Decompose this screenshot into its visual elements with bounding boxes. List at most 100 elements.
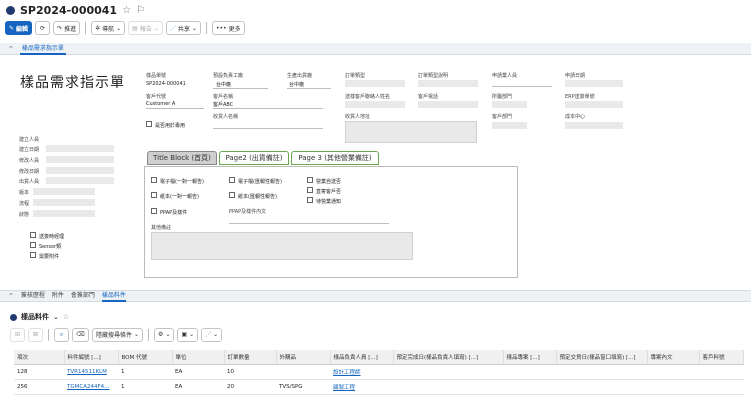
- special-label: 是否用於專用: [155, 123, 186, 129]
- erp-field[interactable]: [565, 101, 623, 108]
- tab-page2[interactable]: Page2 (出貨備註): [219, 151, 289, 165]
- form-title: 樣品需求指示單: [20, 75, 125, 91]
- cell-outsourced: [276, 364, 330, 380]
- flag-icon[interactable]: ⚐: [136, 5, 145, 16]
- cell-customer-part: [699, 379, 744, 395]
- tab-sample-request[interactable]: 樣品需求指示單: [19, 43, 66, 55]
- tab-sample-parts[interactable]: 樣品料件: [101, 290, 126, 302]
- recipient-field[interactable]: [213, 128, 323, 129]
- list-share-button[interactable]: ⋰ ⌄: [201, 327, 223, 342]
- search-button[interactable]: ⌕: [54, 327, 69, 342]
- cb-self-send[interactable]: [307, 177, 313, 183]
- share-icon: ⋰: [169, 24, 176, 32]
- tab-attachments[interactable]: 附件: [52, 290, 64, 302]
- cb-paper-summary-label: 紙本(匯報性報告): [238, 194, 277, 200]
- tab-approval-history[interactable]: 簽核歷程: [21, 290, 45, 302]
- col-customer-part[interactable]: 客戶料號: [699, 350, 744, 365]
- modified-date-label: 修改日期: [19, 169, 40, 175]
- cell-owner-link[interactable]: 設計工程師: [330, 364, 393, 380]
- customer-code-label: 客戶代號: [146, 94, 167, 100]
- clear-button[interactable]: ⌫: [72, 327, 89, 342]
- cell-due-owner: [393, 379, 503, 395]
- favorite-star-icon[interactable]: ☆: [122, 5, 131, 16]
- favorite-star-icon[interactable]: ☆: [63, 313, 69, 321]
- col-bom[interactable]: BOM 代號: [118, 350, 173, 365]
- recipient-label: 收貨人名稱: [213, 114, 239, 120]
- sensor-checkbox[interactable]: [30, 242, 36, 248]
- col-item[interactable]: 項次: [14, 350, 65, 365]
- view-button[interactable]: ▣ ⌄: [177, 327, 199, 342]
- other-remark-textarea[interactable]: [151, 232, 413, 260]
- table-row[interactable]: 128 TVR14511KLM 1 EA 10 設計工程師: [14, 364, 744, 380]
- col-owner[interactable]: 樣品負責人員 [...]: [330, 350, 394, 365]
- applicant-field[interactable]: [492, 86, 552, 87]
- cb-ppap[interactable]: [151, 208, 157, 214]
- gear-icon: ⚙: [158, 331, 164, 338]
- apply-date-label: 申請日期: [565, 73, 586, 79]
- share-button[interactable]: ⋰ 共享 ⌄: [165, 21, 201, 35]
- chevron-down-icon: ⌄: [213, 331, 219, 338]
- col-outsourced[interactable]: 外購品: [276, 350, 331, 365]
- push-button[interactable]: ↷ 推進: [53, 21, 81, 35]
- dept2-field[interactable]: [492, 122, 527, 129]
- tab-cosign-dept[interactable]: 會簽部門: [71, 290, 95, 302]
- contact-field[interactable]: [345, 101, 405, 108]
- flow-label: 流程: [19, 201, 30, 207]
- customer-name-label: 客戶名稱: [213, 94, 234, 100]
- tab-title-block[interactable]: Title Block (首頁): [147, 151, 217, 165]
- cb-electronic-single[interactable]: [151, 177, 157, 183]
- cell-unit: EA: [172, 364, 224, 380]
- new-row-button[interactable]: ⊞: [10, 327, 25, 342]
- col-qty[interactable]: 訂單數量: [224, 350, 277, 365]
- toolbar-divider: [48, 328, 49, 341]
- order-type-desc-field[interactable]: [418, 80, 478, 87]
- chevron-down-icon[interactable]: ⌄: [53, 313, 59, 321]
- address-textarea[interactable]: [345, 121, 477, 143]
- report-button[interactable]: ▤ 報告 ⌄: [128, 21, 163, 35]
- cell-part-no-link[interactable]: TGMCA244F4...: [64, 379, 118, 395]
- add-icon: ⊞: [14, 331, 21, 338]
- table-row[interactable]: 256 TGMCA244F4... 1 EA 20 TVS/SPG 顧製工程: [14, 379, 744, 395]
- tab-page3[interactable]: Page 3 (其他營業備註): [291, 151, 379, 165]
- navigate-button[interactable]: ✲ 導航 ⌄: [91, 21, 126, 35]
- cb-direct-mail[interactable]: [307, 187, 313, 193]
- cb-paper-summary[interactable]: [229, 192, 235, 198]
- cb-wait-notify-label: 待營業通知: [316, 199, 342, 205]
- chevron-up-icon[interactable]: ⌃: [8, 292, 14, 300]
- compass-icon: ✲: [95, 24, 101, 32]
- cb-wait-notify[interactable]: [307, 197, 313, 203]
- cb-paper-single-label: 紙本(一對一報告): [160, 194, 199, 200]
- apply-date-field[interactable]: [565, 80, 623, 87]
- applicant-label: 申請業人員: [492, 73, 518, 79]
- cell-qty: 10: [224, 364, 276, 380]
- col-due-window[interactable]: 預定交貨日(樣品窗口填寫) [...]: [556, 350, 648, 365]
- more-button[interactable]: ••• 更多: [211, 21, 245, 35]
- settings-button[interactable]: ⚙ ⌄: [154, 327, 175, 342]
- col-project[interactable]: 樣品專案 [...]: [503, 350, 557, 365]
- cost-center-field[interactable]: [565, 122, 623, 129]
- order-type-field[interactable]: [345, 80, 405, 87]
- delete-row-button[interactable]: ⊠: [28, 327, 43, 342]
- refresh-button[interactable]: ⟳: [35, 21, 51, 35]
- phone-field[interactable]: [418, 101, 478, 108]
- col-unit[interactable]: 單位: [172, 350, 225, 365]
- dept-field[interactable]: [492, 101, 527, 108]
- special-checkbox[interactable]: [146, 121, 152, 127]
- cell-bom: 1: [118, 379, 172, 395]
- col-part-no[interactable]: 料件編號 [...]: [64, 350, 119, 365]
- edit-button[interactable]: ✎ 編輯: [5, 21, 33, 35]
- col-project-text[interactable]: 專案內文: [647, 350, 700, 365]
- cell-owner-link[interactable]: 顧製工程: [330, 379, 393, 395]
- cb-paper-single[interactable]: [151, 192, 157, 198]
- cell-part-no-link[interactable]: TVR14511KLM: [64, 364, 118, 380]
- col-due-owner[interactable]: 預定完成日(樣品負責人填寫) [...]: [393, 350, 504, 365]
- attach-checkbox[interactable]: [30, 252, 36, 258]
- hide-filter-button[interactable]: 隱藏搜尋條件 ⌄: [92, 327, 144, 342]
- cb-electronic-summary[interactable]: [229, 177, 235, 183]
- hide-checkbox[interactable]: [30, 232, 36, 238]
- toolbar-divider: [148, 328, 150, 341]
- chevron-up-icon[interactable]: ⌃: [8, 45, 14, 53]
- ppap-text-field[interactable]: [229, 223, 389, 224]
- cell-project-text: [647, 364, 699, 380]
- modified-by-field: [46, 156, 114, 163]
